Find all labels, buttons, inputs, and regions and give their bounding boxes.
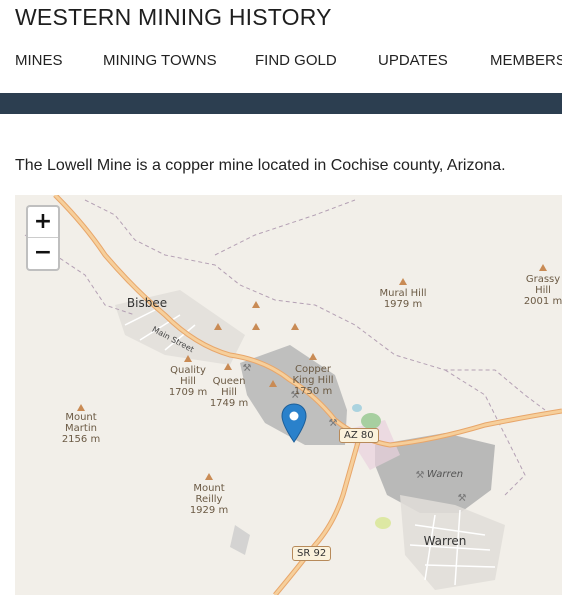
mine-intro-text: The Lowell Mine is a copper mine located…	[15, 157, 506, 174]
zoom-in-button[interactable]: +	[28, 207, 58, 238]
nav-item-members[interactable]: MEMBERS	[490, 52, 562, 69]
location-map[interactable]: ⚒ ⚒ ⚒ ⚒ ⚒ Bisbee Main Street Warren Warr…	[15, 195, 562, 595]
peak-label-copper-king-hill: Copper King Hill 1750 m	[292, 364, 334, 397]
peak-icon	[269, 380, 277, 387]
site-title[interactable]: WESTERN MINING HISTORY	[15, 4, 332, 31]
route-shield-az80: AZ 80	[339, 428, 379, 443]
peak-label-mount-reilly: Mount Reilly 1929 m	[189, 483, 229, 516]
peak-icon	[309, 353, 317, 360]
peak-label-mural-hill: Mural Hill 1979 m	[379, 288, 427, 310]
mine-symbol-icon: ⚒	[457, 493, 467, 504]
place-label-warren: Warren	[423, 534, 467, 548]
zoom-out-button[interactable]: −	[28, 238, 58, 268]
area-label-warren: Warren	[426, 469, 464, 480]
place-label-bisbee: Bisbee	[126, 296, 168, 310]
peak-icon	[291, 323, 299, 330]
peak-icon	[539, 264, 547, 271]
peak-icon	[77, 404, 85, 411]
nav-item-mines[interactable]: MINES	[15, 52, 63, 69]
peak-icon	[224, 363, 232, 370]
peak-label-queen-hill: Queen Hill 1749 m	[209, 376, 249, 409]
nav-item-find-gold[interactable]: FIND GOLD	[255, 52, 337, 69]
peak-label-grassy-hill: Grassy Hill 2001 m	[523, 274, 562, 307]
peak-icon	[214, 323, 222, 330]
mine-symbol-icon: ⚒	[328, 418, 338, 429]
peak-icon	[205, 473, 213, 480]
main-nav: MINES MINING TOWNS FIND GOLD UPDATES MEM…	[0, 52, 562, 72]
mine-symbol-icon: ⚒	[415, 470, 425, 481]
navbar-strip	[0, 93, 562, 114]
peak-icon	[252, 323, 260, 330]
mine-symbol-icon: ⚒	[242, 363, 252, 374]
peak-label-quality-hill: Quality Hill 1709 m	[168, 365, 208, 398]
nav-item-mining-towns[interactable]: MINING TOWNS	[103, 52, 217, 69]
nav-item-updates[interactable]: UPDATES	[378, 52, 448, 69]
zoom-control: + −	[26, 205, 60, 271]
route-shield-sr92: SR 92	[292, 546, 332, 561]
peak-icon	[184, 355, 192, 362]
peak-icon	[399, 278, 407, 285]
map-pin-icon[interactable]	[281, 403, 307, 443]
peak-label-mount-martin: Mount Martin 2156 m	[61, 412, 101, 445]
peak-icon	[252, 301, 260, 308]
map-tiles	[24, 195, 562, 595]
